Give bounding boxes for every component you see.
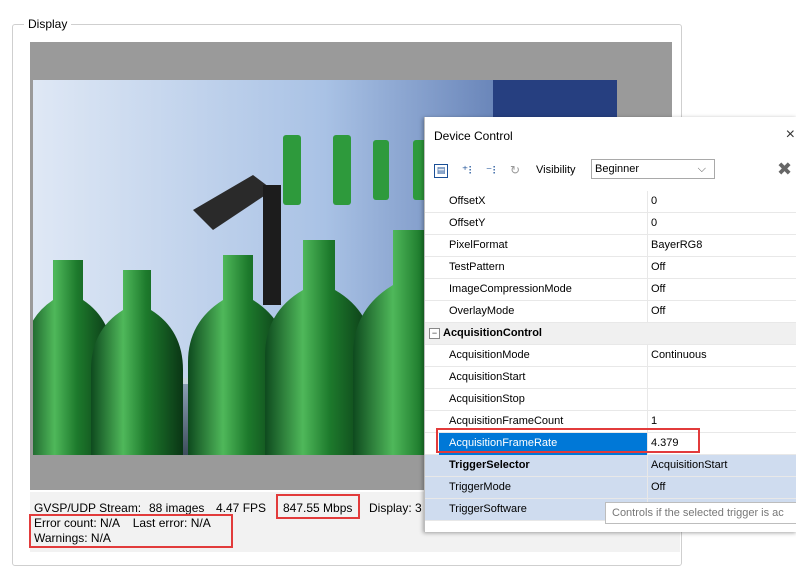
property-value[interactable]: Continuous xyxy=(651,349,707,361)
framerate-highlight xyxy=(436,428,700,453)
column-divider xyxy=(647,367,648,389)
property-value[interactable]: 0 xyxy=(651,217,657,229)
display-group-title: Display xyxy=(24,17,72,31)
column-divider xyxy=(647,455,648,477)
refresh-icon[interactable]: ↻ xyxy=(507,162,523,178)
property-value[interactable]: 1 xyxy=(651,415,657,427)
property-row[interactable]: OverlayMode Off xyxy=(425,301,796,323)
property-row[interactable]: ImageCompressionMode Off xyxy=(425,279,796,301)
property-row[interactable]: OffsetX 0 xyxy=(425,191,796,213)
property-row[interactable]: AcquisitionMode Continuous xyxy=(425,345,796,367)
property-value[interactable]: Off xyxy=(651,283,665,295)
visibility-label: Visibility xyxy=(536,164,576,176)
property-row[interactable]: OffsetY 0 xyxy=(425,213,796,235)
image-count: 88 images xyxy=(149,501,205,515)
collapse-toggle-icon[interactable]: − xyxy=(429,328,440,339)
close-icon[interactable]: × xyxy=(786,126,795,144)
stream-label: GVSP/UDP Stream: xyxy=(34,501,142,515)
column-divider xyxy=(647,301,648,323)
fps-value: 4.47 FPS xyxy=(216,501,267,515)
category-row[interactable]: − AcquisitionControl xyxy=(425,323,796,345)
property-name: AcquisitionControl xyxy=(443,327,542,339)
categorized-view-icon[interactable]: ▤ xyxy=(434,164,448,178)
property-row[interactable]: AcquisitionStop xyxy=(425,389,796,411)
pin-icon[interactable]: ✖ xyxy=(777,159,792,180)
column-divider xyxy=(647,345,648,367)
column-divider xyxy=(647,477,648,499)
visibility-value: Beginner xyxy=(595,163,640,175)
property-name: AcquisitionStart xyxy=(449,371,526,383)
device-control-title: Device Control xyxy=(434,129,513,143)
property-name: OverlayMode xyxy=(449,305,515,317)
column-divider xyxy=(647,257,648,279)
property-name: AcquisitionMode xyxy=(449,349,530,361)
property-row[interactable]: TestPattern Off xyxy=(425,257,796,279)
property-value[interactable]: BayerRG8 xyxy=(651,239,702,251)
tooltip: Controls if the selected trigger is ac xyxy=(605,502,796,524)
property-value[interactable]: 0 xyxy=(651,195,657,207)
column-divider xyxy=(647,389,648,411)
property-value[interactable]: Off xyxy=(651,305,665,317)
property-name: OffsetY xyxy=(449,217,486,229)
device-control-window: Device Control × ▤ ⁺⁝ ⁻⁝ ↻ Visibility Be… xyxy=(424,117,796,532)
chevron-down-icon: ⌵ xyxy=(697,163,706,175)
property-name: ImageCompressionMode xyxy=(449,283,572,295)
collapse-all-icon[interactable]: ⁻⁝ xyxy=(483,162,499,178)
property-row[interactable]: AcquisitionStart xyxy=(425,367,796,389)
property-name: OffsetX xyxy=(449,195,486,207)
column-divider xyxy=(647,191,648,213)
property-row[interactable]: TriggerSelector AcquisitionStart xyxy=(425,455,796,477)
property-name: AcquisitionStop xyxy=(449,393,525,405)
property-name: PixelFormat xyxy=(449,239,508,251)
visibility-dropdown[interactable]: Beginner ⌵ xyxy=(591,159,715,179)
display-fps: Display: 3 xyxy=(369,501,422,515)
column-divider xyxy=(647,213,648,235)
property-name: TriggerSoftware xyxy=(449,503,527,515)
property-row[interactable]: PixelFormat BayerRG8 xyxy=(425,235,796,257)
property-name: TriggerSelector xyxy=(449,459,530,471)
device-control-titlebar[interactable]: Device Control × xyxy=(425,117,796,153)
bandwidth-highlight xyxy=(276,494,360,519)
property-name: TestPattern xyxy=(449,261,505,273)
property-value[interactable]: AcquisitionStart xyxy=(651,459,727,471)
column-divider xyxy=(647,235,648,257)
property-row[interactable]: TriggerMode Off xyxy=(425,477,796,499)
property-value[interactable]: Off xyxy=(651,261,665,273)
expand-all-icon[interactable]: ⁺⁝ xyxy=(459,162,475,178)
property-name: AcquisitionFrameCount xyxy=(449,415,564,427)
errors-highlight xyxy=(29,514,233,548)
property-name: TriggerMode xyxy=(449,481,511,493)
column-divider xyxy=(647,279,648,301)
property-value[interactable]: Off xyxy=(651,481,665,493)
